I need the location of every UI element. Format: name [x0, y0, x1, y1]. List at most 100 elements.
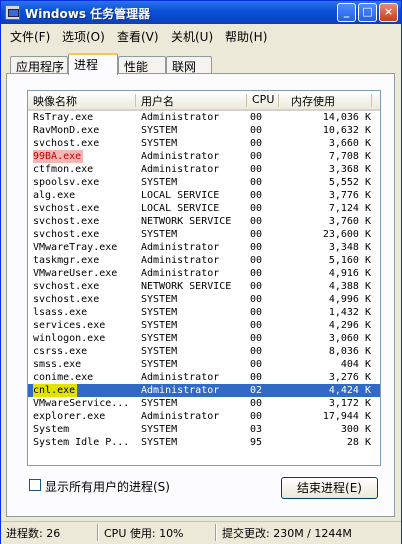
process-name-cell: svchost.exe [33, 203, 100, 214]
cpu-cell: 00 [250, 203, 263, 214]
user-name-cell: NETWORK SERVICE [141, 281, 232, 292]
table-row[interactable]: svchost.exe NETWORK SERVICE 00 3,760 K [28, 215, 380, 228]
table-row[interactable]: lsass.exe SYSTEM 00 1,432 K [28, 306, 380, 319]
process-name-cell: spoolsv.exe [33, 177, 100, 188]
close-button[interactable]: × [379, 3, 398, 22]
table-row[interactable]: 99BA.exe Administrator 00 7,708 K [28, 150, 380, 163]
table-row[interactable]: services.exe SYSTEM 00 4,296 K [28, 319, 380, 332]
menu-shutdown[interactable]: 关机(U) [171, 28, 213, 45]
cpu-cell: 00 [250, 359, 263, 370]
table-row[interactable]: svchost.exe NETWORK SERVICE 00 4,388 K [28, 280, 380, 293]
memory-cell: 5,552 K [328, 177, 371, 188]
column-memory[interactable]: 内存使用 [291, 93, 335, 108]
cpu-cell: 00 [250, 398, 263, 409]
table-row[interactable]: smss.exe SYSTEM 00 404 K [28, 358, 380, 371]
memory-cell: 4,296 K [328, 320, 371, 331]
user-name-cell: Administrator [141, 372, 220, 383]
cpu-cell: 00 [250, 177, 263, 188]
status-separator [215, 524, 217, 541]
show-all-users-checkbox[interactable] [29, 479, 41, 491]
process-list[interactable]: 映像名称 用户名 CPU 内存使用 RsTray.exe Administrato… [27, 90, 381, 466]
user-name-cell: SYSTEM [141, 125, 178, 136]
table-row[interactable]: cnl.exe Administrator 02 4,424 K [28, 384, 380, 397]
user-name-cell: SYSTEM [141, 138, 178, 149]
user-name-cell: Administrator [141, 255, 220, 266]
table-row[interactable]: taskmgr.exe Administrator 00 5,160 K [28, 254, 380, 267]
table-row[interactable]: conime.exe Administrator 00 3,276 K [28, 371, 380, 384]
process-name-cell: ctfmon.exe [33, 164, 94, 175]
user-name-cell: SYSTEM [141, 359, 178, 370]
title-bar[interactable]: Windows 任务管理器 _ □ × [1, 1, 401, 24]
memory-cell: 3,348 K [328, 242, 371, 253]
status-separator [97, 524, 99, 541]
user-name-cell: SYSTEM [141, 398, 178, 409]
process-name-cell: svchost.exe [33, 281, 100, 292]
table-row[interactable]: RavMonD.exe SYSTEM 00 10,632 K [28, 124, 380, 137]
memory-cell: 4,916 K [328, 268, 371, 279]
memory-cell: 404 K [340, 359, 371, 370]
table-row[interactable]: explorer.exe Administrator 00 17,944 K [28, 410, 380, 423]
process-name-cell: svchost.exe [33, 216, 100, 227]
minimize-button[interactable]: _ [337, 3, 356, 22]
table-row[interactable]: spoolsv.exe SYSTEM 00 5,552 K [28, 176, 380, 189]
column-separator [246, 94, 247, 107]
memory-cell: 7,124 K [328, 203, 371, 214]
table-row[interactable]: VMwareTray.exe Administrator 00 3,348 K [28, 241, 380, 254]
process-name-cell: System [33, 424, 70, 435]
table-row[interactable]: svchost.exe SYSTEM 00 23,600 K [28, 228, 380, 241]
user-name-cell: SYSTEM [141, 294, 178, 305]
process-name-cell: VMwareService... [33, 398, 130, 409]
user-name-cell: Administrator [141, 411, 220, 422]
process-name-cell: conime.exe [33, 372, 94, 383]
table-row[interactable]: alg.exe LOCAL SERVICE 00 3,776 K [28, 189, 380, 202]
menu-help[interactable]: 帮助(H) [225, 28, 267, 45]
user-name-cell: Administrator [141, 385, 220, 396]
table-row[interactable]: VMwareService... SYSTEM 00 3,172 K [28, 397, 380, 410]
table-row[interactable]: ctfmon.exe Administrator 00 3,368 K [28, 163, 380, 176]
tab-applications[interactable]: 应用程序 [10, 56, 68, 74]
user-name-cell: SYSTEM [141, 177, 178, 188]
table-row[interactable]: svchost.exe SYSTEM 00 3,660 K [28, 137, 380, 150]
memory-cell: 3,276 K [328, 372, 371, 383]
column-image-name[interactable]: 映像名称 [33, 93, 77, 108]
column-user-name[interactable]: 用户名 [141, 93, 174, 108]
process-name-cell: svchost.exe [33, 229, 100, 240]
memory-cell: 4,424 K [328, 385, 371, 396]
memory-cell: 300 K [340, 424, 371, 435]
user-name-cell: SYSTEM [141, 437, 178, 448]
table-row[interactable]: svchost.exe SYSTEM 00 4,996 K [28, 293, 380, 306]
menu-view[interactable]: 查看(V) [117, 28, 159, 45]
process-name-cell: explorer.exe [33, 411, 106, 422]
table-row[interactable]: winlogon.exe SYSTEM 00 3,060 K [28, 332, 380, 345]
process-name-cell: RsTray.exe [33, 112, 94, 123]
maximize-button[interactable]: □ [358, 3, 377, 22]
user-name-cell: SYSTEM [141, 229, 178, 240]
table-row[interactable]: System SYSTEM 03 300 K [28, 423, 380, 436]
table-row[interactable]: svchost.exe LOCAL SERVICE 00 7,124 K [28, 202, 380, 215]
tab-networking[interactable]: 联网 [166, 56, 212, 74]
table-row[interactable]: VMwareUser.exe Administrator 00 4,916 K [28, 267, 380, 280]
memory-cell: 10,632 K [322, 125, 371, 136]
table-row[interactable]: System Idle P... SYSTEM 95 28 K [28, 436, 380, 449]
status-bar: 进程数: 26 CPU 使用: 10% 提交更改: 230M / 1244M [1, 521, 401, 544]
column-separator [278, 94, 279, 107]
user-name-cell: LOCAL SERVICE [141, 203, 220, 214]
cpu-cell: 00 [250, 151, 263, 162]
menu-options[interactable]: 选项(O) [62, 28, 105, 45]
tab-processes[interactable]: 进程 [68, 53, 118, 75]
menu-file[interactable]: 文件(F) [10, 28, 50, 45]
show-all-users-label: 显示所有用户的进程(S) [45, 480, 170, 494]
process-name-cell: alg.exe [33, 190, 76, 201]
end-process-button[interactable]: 结束进程(E) [281, 477, 378, 499]
tab-performance[interactable]: 性能 [118, 56, 166, 74]
cpu-cell: 00 [250, 307, 263, 318]
memory-cell: 4,996 K [328, 294, 371, 305]
memory-cell: 3,776 K [328, 190, 371, 201]
user-name-cell: Administrator [141, 164, 220, 175]
cpu-cell: 00 [250, 294, 263, 305]
process-name-cell: svchost.exe [33, 138, 100, 149]
table-row[interactable]: csrss.exe SYSTEM 00 8,036 K [28, 345, 380, 358]
user-name-cell: SYSTEM [141, 424, 178, 435]
column-cpu[interactable]: CPU [252, 93, 274, 108]
table-row[interactable]: RsTray.exe Administrator 00 14,036 K [28, 111, 380, 124]
